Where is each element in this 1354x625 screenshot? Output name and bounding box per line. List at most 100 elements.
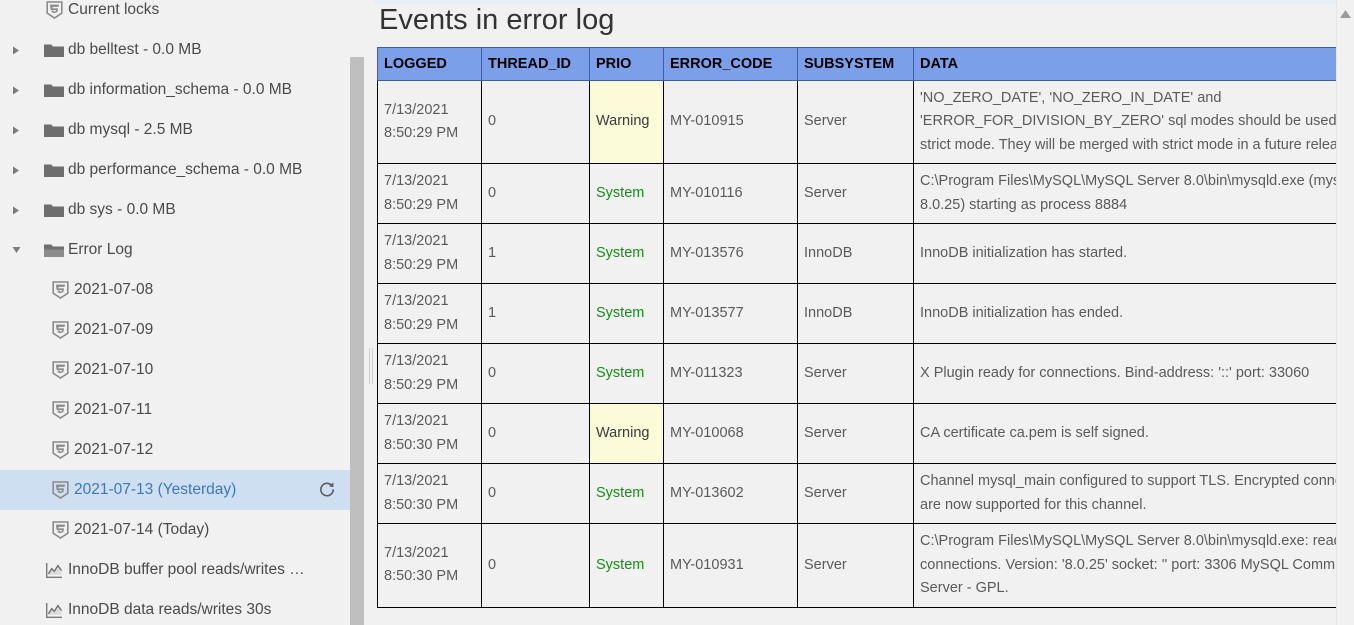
scroll-up-arrow-icon[interactable]: [1340, 5, 1351, 18]
cell-data: InnoDB initialization has ended.: [913, 283, 1354, 345]
sidebar-item-2021-07-08[interactable]: 2021-07-08: [0, 270, 353, 310]
cell-error-code: MY-010931: [663, 523, 798, 608]
cell-prio: System: [589, 343, 664, 405]
cell-subsystem: Server: [797, 163, 914, 225]
table-row[interactable]: 7/13/2021 8:50:30 PM 0 Warning MY-010068 Serv…: [377, 403, 1354, 465]
prio-badge: System: [596, 556, 645, 573]
cell-thread-id: 0: [481, 523, 590, 608]
cell-subsystem: InnoDB: [797, 283, 914, 345]
sidebar-item-2021-07-12[interactable]: 2021-07-12: [0, 430, 353, 470]
sidebar-item-2021-07-13-yesterday[interactable]: 2021-07-13 (Yesterday): [0, 470, 353, 510]
sidebar-item-label: InnoDB buffer pool reads/writes …: [68, 561, 305, 578]
page-title: Events in error log: [379, 4, 615, 36]
column-header-thread_id[interactable]: THREAD_ID: [481, 47, 590, 81]
sidebar-item-db-information-schema-0-0-mb[interactable]: db information_schema - 0.0 MB: [0, 70, 353, 110]
sidebar-item-db-sys-0-0-mb[interactable]: db sys - 0.0 MB: [0, 190, 353, 230]
sidebar-item-current-locks[interactable]: Current locks: [0, 0, 353, 30]
column-header-logged[interactable]: LOGGED: [377, 47, 482, 81]
chart-icon: [40, 602, 68, 618]
cell-error-code: MY-013576: [663, 223, 798, 285]
cell-data: Channel mysql_main configured to support…: [913, 463, 1354, 525]
cell-thread-id: 0: [481, 343, 590, 405]
chevron-right-icon[interactable]: [8, 70, 24, 110]
cell-data: InnoDB initialization has started.: [913, 223, 1354, 285]
sidebar-item-2021-07-11[interactable]: 2021-07-11: [0, 390, 353, 430]
table-row[interactable]: 7/13/2021 8:50:29 PM 0 System MY-011323 Serve…: [377, 343, 1354, 405]
logged-date: 7/13/2021: [384, 473, 449, 490]
table-header-row: LOGGED THREAD_ID PRIO ERROR_CODE SUBSYSTEM DA…: [377, 47, 1354, 81]
cell-subsystem: Server: [797, 463, 914, 525]
sidebar-tree-panel[interactable]: Current locks db belltest - 0.0 MB db info…: [0, 0, 368, 625]
cell-logged: 7/13/2021 8:50:30 PM: [377, 523, 482, 608]
sidebar-scrollbar-track[interactable]: [350, 0, 366, 625]
sidebar-item-db-mysql-2-5-mb[interactable]: db mysql - 2.5 MB: [0, 110, 353, 150]
sidebar-item-innodb-data-reads-writes-30s[interactable]: InnoDB data reads/writes 30s: [0, 590, 353, 625]
logged-time: 8:50:29 PM: [384, 196, 459, 213]
table-row[interactable]: 7/13/2021 8:50:29 PM 1 System MY-013576 InnoD…: [377, 223, 1354, 285]
logged-time: 8:50:29 PM: [384, 376, 459, 393]
cell-logged: 7/13/2021 8:50:29 PM: [377, 343, 482, 405]
sidebar-item-error-log[interactable]: Error Log: [0, 230, 353, 270]
sidebar-item-2021-07-14-today[interactable]: 2021-07-14 (Today): [0, 510, 353, 550]
table-row[interactable]: 7/13/2021 8:50:29 PM 1 System MY-013577 InnoD…: [377, 283, 1354, 345]
table-row[interactable]: 7/13/2021 8:50:30 PM 0 System MY-013602 Serve…: [377, 463, 1354, 525]
cell-thread-id: 0: [481, 403, 590, 465]
cell-data: X Plugin ready for connections. Bind-add…: [913, 343, 1354, 405]
sidebar-item-db-belltest-0-0-mb[interactable]: db belltest - 0.0 MB: [0, 30, 353, 70]
folder-icon: [40, 122, 68, 138]
cell-thread-id: 0: [481, 79, 590, 165]
cell-prio: System: [589, 463, 664, 525]
logged-date: 7/13/2021: [384, 353, 449, 370]
prio-badge: Warning: [596, 113, 650, 130]
logged-time: 8:50:30 PM: [384, 436, 459, 453]
main-scrollbar-track[interactable]: [1336, 0, 1354, 625]
prio-badge: Warning: [596, 425, 650, 442]
prio-badge: System: [596, 365, 645, 382]
main-content-panel: Events in error log LOGGED THREAD_ID PRIO E…: [374, 0, 1354, 625]
column-header-prio[interactable]: PRIO: [589, 47, 664, 81]
sidebar-item-2021-07-10[interactable]: 2021-07-10: [0, 350, 353, 390]
cell-logged: 7/13/2021 8:50:29 PM: [377, 283, 482, 345]
sidebar-item-label: 2021-07-13 (Yesterday): [74, 481, 237, 498]
folder-icon: [40, 42, 68, 58]
cell-error-code: MY-013577: [663, 283, 798, 345]
table-row[interactable]: 7/13/2021 8:50:29 PM 0 System MY-010116 Serve…: [377, 163, 1354, 225]
sidebar-item-2021-07-09[interactable]: 2021-07-09: [0, 310, 353, 350]
sidebar-item-label: Current locks: [68, 1, 160, 18]
sidebar-item-label: db belltest - 0.0 MB: [68, 41, 202, 58]
table-row[interactable]: 7/13/2021 8:50:29 PM 0 Warning MY-010915 Serv…: [377, 79, 1354, 165]
cell-thread-id: 0: [481, 463, 590, 525]
log-shield-icon: [46, 321, 74, 339]
column-header-data[interactable]: DATA: [913, 47, 1354, 81]
logged-time: 8:50:30 PM: [384, 496, 459, 513]
sidebar-item-label: 2021-07-12: [74, 441, 154, 458]
twisty-placeholder: [8, 0, 24, 30]
chevron-right-icon[interactable]: [8, 150, 24, 190]
chevron-right-icon[interactable]: [8, 190, 24, 230]
cell-error-code: MY-010915: [663, 79, 798, 165]
log-shield-icon: [46, 481, 74, 499]
splitter-grip-icon: [369, 348, 373, 384]
column-header-subsystem[interactable]: SUBSYSTEM: [797, 47, 914, 81]
cell-error-code: MY-010068: [663, 403, 798, 465]
folder-icon: [40, 82, 68, 98]
refresh-icon[interactable]: [317, 480, 337, 500]
log-shield-icon: [40, 1, 68, 19]
sidebar-item-label: db information_schema - 0.0 MB: [68, 81, 292, 98]
logged-time: 8:50:29 PM: [384, 125, 459, 142]
table-row[interactable]: 7/13/2021 8:50:30 PM 0 System MY-010931 Serve…: [377, 523, 1354, 608]
sidebar-scrollbar-thumb[interactable]: [350, 57, 364, 625]
chevron-down-icon[interactable]: [8, 230, 24, 270]
sidebar-item-innodb-buffer-pool-reads-writes[interactable]: InnoDB buffer pool reads/writes …: [0, 550, 353, 590]
sidebar-item-db-performance-schema-0-0-mb[interactable]: db performance_schema - 0.0 MB: [0, 150, 353, 190]
prio-badge: System: [596, 245, 645, 262]
chevron-right-icon[interactable]: [8, 30, 24, 70]
cell-subsystem: Server: [797, 523, 914, 608]
logged-time: 8:50:29 PM: [384, 316, 459, 333]
prio-badge: System: [596, 185, 645, 202]
column-header-error_code[interactable]: ERROR_CODE: [663, 47, 798, 81]
cell-logged: 7/13/2021 8:50:30 PM: [377, 463, 482, 525]
chevron-right-icon[interactable]: [8, 110, 24, 150]
cell-logged: 7/13/2021 8:50:29 PM: [377, 79, 482, 165]
sidebar-item-label: db mysql - 2.5 MB: [68, 121, 193, 138]
